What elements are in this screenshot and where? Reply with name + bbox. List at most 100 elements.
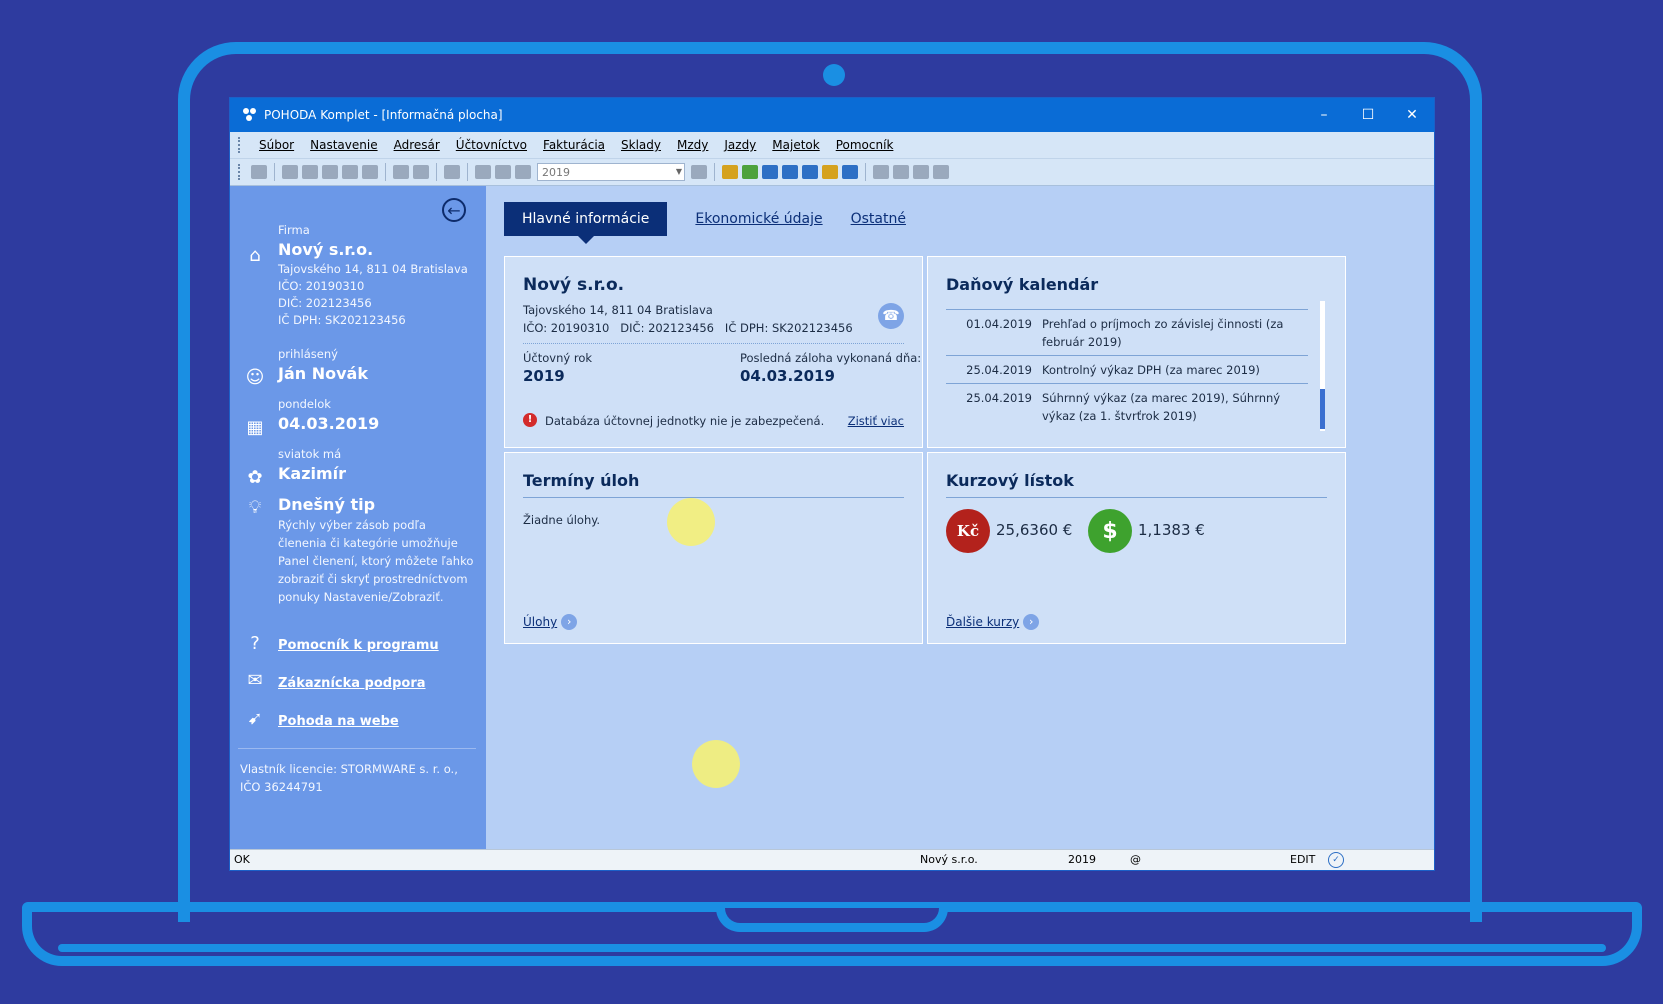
phone-icon[interactable]: ☎ <box>878 303 904 329</box>
toolbar-icon[interactable] <box>873 165 889 179</box>
list-item[interactable]: 01.04.2019 Prehľad o príjmoch zo závisle… <box>946 315 1308 351</box>
current-date: 04.03.2019 <box>278 414 380 433</box>
firm-label: Firma <box>278 223 310 237</box>
firm-name: Nový s.r.o. <box>278 240 374 259</box>
menu-jazdy[interactable]: Jazdy <box>716 138 764 152</box>
security-warning: Databáza účtovnej jednotky nie je zabezp… <box>545 414 825 428</box>
filter-icon[interactable] <box>691 165 707 179</box>
toolbar-icon[interactable] <box>362 165 378 179</box>
tasks-link[interactable]: Úlohy <box>523 615 557 629</box>
exchange-rates-card: Kurzový lístok Kč 25,6360 € $ 1,1383 € Ď… <box>927 452 1346 644</box>
scrollbar-thumb[interactable] <box>1320 389 1325 429</box>
company-address: Tajovského 14, 811 04 Bratislava <box>523 303 713 317</box>
toolbar-icon[interactable] <box>342 165 358 179</box>
minimize-button[interactable]: – <box>1302 98 1346 132</box>
arrow-right-icon[interactable]: › <box>561 613 578 630</box>
toolbar-icon[interactable] <box>282 165 298 179</box>
toolbar-icon[interactable] <box>495 165 511 179</box>
chevron-down-icon: ▼ <box>675 167 682 176</box>
year-select[interactable]: 2019 ▼ <box>537 163 685 181</box>
globe-icon[interactable] <box>762 165 778 179</box>
toolbar-icon[interactable] <box>913 165 929 179</box>
laptop-notch <box>716 908 948 932</box>
day-label: pondelok <box>278 397 331 411</box>
status-at: @ <box>1130 853 1141 866</box>
menu-adresar[interactable]: Adresár <box>386 138 448 152</box>
check-icon: ✓ <box>1328 852 1344 868</box>
tasks-card: Termíny úloh Žiadne úlohy. Úlohy › <box>504 452 923 644</box>
toolbar-icon[interactable] <box>251 165 267 179</box>
firm-ico: IČO: 20190310 <box>278 279 365 293</box>
list-item[interactable]: 25.04.2019 Súhrnný výkaz (za marec 2019)… <box>946 389 1308 425</box>
envelope-icon: ✉ <box>247 669 263 691</box>
tasks-empty: Žiadne úlohy. <box>523 513 601 527</box>
tip-block: 💡︎ Dnešný tip Rýchly výber zásob podľa č… <box>249 494 476 606</box>
folder-icon[interactable] <box>722 165 738 179</box>
more-rates-link[interactable]: Ďalšie kurzy <box>946 615 1019 629</box>
grid-icon[interactable] <box>782 165 798 179</box>
menu-nastavenie[interactable]: Nastavenie <box>302 138 385 152</box>
menu-grip <box>238 137 243 153</box>
tax-calendar-card: Daňový kalendár 01.04.2019 Prehľad o prí… <box>927 256 1346 448</box>
calculator-icon[interactable] <box>802 165 818 179</box>
tab-main-info[interactable]: Hlavné informácie <box>504 202 668 244</box>
laptop-camera <box>823 64 845 86</box>
tax-text: Súhrnný výkaz (za marec 2019), Súhrnný v… <box>1042 391 1281 423</box>
toolbar-icon[interactable] <box>475 165 491 179</box>
menu-fakturacia[interactable]: Fakturácia <box>535 138 613 152</box>
collapse-sidebar-icon[interactable]: ← <box>442 198 466 222</box>
window-title: POHODA Komplet - [Informačná plocha] <box>264 108 503 122</box>
learn-more-link[interactable]: Zistiť viac <box>848 414 904 428</box>
backup-date: 04.03.2019 <box>740 367 835 385</box>
user-icon: ☺ <box>245 366 265 388</box>
tip-text: Rýchly výber zásob podľa členenia či kat… <box>278 518 474 604</box>
nameday-name: Kazimír <box>278 464 347 483</box>
status-mode: EDIT <box>1290 853 1316 866</box>
scrollbar-track[interactable] <box>1320 301 1325 431</box>
tax-text: Kontrolný výkaz DPH (za marec 2019) <box>1042 363 1260 377</box>
company-card: Nový s.r.o. Tajovského 14, 811 04 Bratis… <box>504 256 923 448</box>
toolbar-icon[interactable] <box>393 165 409 179</box>
date-block: ▦ pondelok 04.03.2019 <box>246 396 476 438</box>
toolbar-icon[interactable] <box>302 165 318 179</box>
help-link[interactable]: Pomocník k programu <box>278 638 439 653</box>
support-link-block: ✉ Zákaznícka podpora <box>247 670 476 692</box>
toolbar-icon[interactable] <box>413 165 429 179</box>
rates-link-wrap: Ďalšie kurzy › <box>946 611 1040 630</box>
menu-pomocnik[interactable]: Pomocník <box>828 138 902 152</box>
toolbar: 2019 ▼ <box>230 159 1434 186</box>
menu-subor[interactable]: Súbor <box>251 138 302 152</box>
maximize-button[interactable]: ☐ <box>1346 98 1390 132</box>
tab-other[interactable]: Ostatné <box>851 211 906 227</box>
support-link[interactable]: Zákaznícka podpora <box>278 676 426 691</box>
status-bar: OK Nový s.r.o. 2019 @ EDIT ✓ <box>230 849 1434 870</box>
toolbar-icon[interactable] <box>515 165 531 179</box>
toolbar-icon[interactable] <box>893 165 909 179</box>
menu-uctovnictvo[interactable]: Účtovníctvo <box>448 138 535 152</box>
money-icon[interactable] <box>742 165 758 179</box>
toolbar-icon[interactable] <box>322 165 338 179</box>
back-arrow-icon[interactable] <box>444 165 460 179</box>
tax-text: Prehľad o príjmoch zo závislej činnosti … <box>1042 317 1284 349</box>
tab-bar: Hlavné informácie Ekonomické údaje Ostat… <box>504 202 906 244</box>
nameday-label: sviatok má <box>278 447 342 461</box>
web-link[interactable]: Pohoda na webe <box>278 714 399 729</box>
menu-sklady[interactable]: Sklady <box>613 138 669 152</box>
laptop-base-line <box>58 944 1606 952</box>
rates-title: Kurzový lístok <box>946 471 1074 490</box>
iban-icon[interactable] <box>842 165 858 179</box>
tab-economic[interactable]: Ekonomické údaje <box>695 211 822 227</box>
help-icon[interactable] <box>933 165 949 179</box>
list-item[interactable]: 25.04.2019 Kontrolný výkaz DPH (za marec… <box>946 361 1308 379</box>
backup-label: Posledná záloha vykonaná dňa: <box>740 351 922 365</box>
tax-calendar-title: Daňový kalendár <box>946 275 1099 294</box>
warning-icon: ! <box>523 413 537 427</box>
close-button[interactable]: ✕ <box>1390 98 1434 132</box>
coins-icon[interactable] <box>822 165 838 179</box>
menu-majetok[interactable]: Majetok <box>764 138 827 152</box>
user-label: prihlásený <box>278 347 338 361</box>
nameday-block: ✿ sviatok má Kazimír <box>247 446 476 488</box>
arrow-right-icon[interactable]: › <box>1023 613 1040 630</box>
menu-mzdy[interactable]: Mzdy <box>669 138 716 152</box>
firm-dic: DIČ: 202123456 <box>278 296 372 310</box>
